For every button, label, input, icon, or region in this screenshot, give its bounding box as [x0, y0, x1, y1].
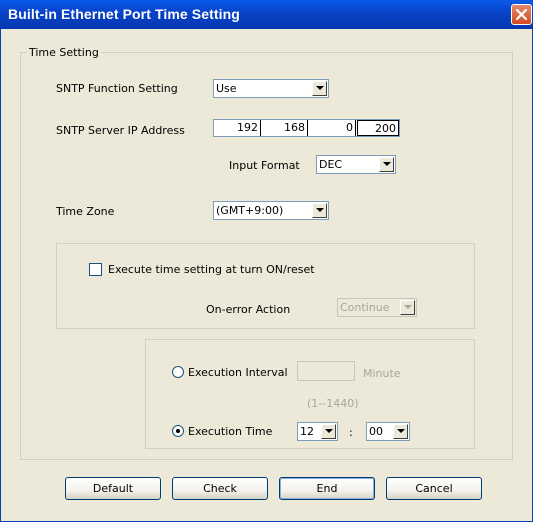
- input-format-label: Input Format: [229, 159, 300, 172]
- execution-interval-unit: Minute: [363, 367, 401, 380]
- time-setting-legend: Time Setting: [27, 46, 101, 59]
- check-button[interactable]: Check: [172, 477, 268, 500]
- chevron-down-icon[interactable]: [400, 300, 415, 315]
- default-button[interactable]: Default: [65, 477, 161, 500]
- close-icon: [516, 9, 527, 20]
- on-error-value: Continue: [340, 301, 390, 314]
- ip-octet-4[interactable]: 200: [357, 120, 399, 136]
- chevron-down-icon[interactable]: [321, 424, 336, 439]
- sntp-function-label: SNTP Function Setting: [56, 82, 178, 95]
- time-separator: :: [349, 426, 353, 439]
- chevron-down-icon[interactable]: [312, 81, 327, 96]
- execution-interval-label: Execution Interval: [188, 366, 288, 379]
- window-title: Built-in Ethernet Port Time Setting: [8, 6, 240, 22]
- close-button[interactable]: [511, 4, 532, 25]
- chevron-down-icon[interactable]: [379, 157, 394, 172]
- cancel-button[interactable]: Cancel: [386, 477, 482, 500]
- ip-octet-3[interactable]: 0: [308, 120, 356, 136]
- time-zone-value: (GMT+9:00): [216, 204, 284, 217]
- execute-on-reset-checkbox[interactable]: [89, 263, 102, 276]
- time-zone-select[interactable]: (GMT+9:00): [213, 201, 329, 220]
- sntp-function-select[interactable]: Use: [213, 79, 329, 98]
- chevron-down-icon[interactable]: [393, 424, 408, 439]
- execution-interval-range: (1--1440): [307, 397, 359, 410]
- execution-time-radio[interactable]: [172, 425, 184, 437]
- execution-interval-input[interactable]: [297, 361, 355, 381]
- input-format-value: DEC: [319, 158, 343, 171]
- end-button[interactable]: End: [279, 477, 375, 500]
- on-error-select[interactable]: Continue: [337, 298, 417, 317]
- execution-hour-value: 12: [300, 425, 314, 438]
- chevron-down-icon[interactable]: [312, 203, 327, 218]
- execution-hour-select[interactable]: 12: [297, 422, 338, 441]
- execution-minute-value: 00: [369, 425, 383, 438]
- ip-octet-1[interactable]: 192: [214, 120, 261, 136]
- title-bar[interactable]: Built-in Ethernet Port Time Setting: [0, 0, 533, 29]
- execution-minute-select[interactable]: 00: [366, 422, 410, 441]
- input-format-select[interactable]: DEC: [316, 155, 396, 174]
- sntp-server-ip-input[interactable]: 192 168 0 200: [213, 119, 400, 137]
- ip-octet-2[interactable]: 168: [261, 120, 308, 136]
- execution-interval-radio[interactable]: [172, 366, 184, 378]
- sntp-server-label: SNTP Server IP Address: [56, 124, 185, 137]
- execution-time-label: Execution Time: [188, 425, 273, 438]
- time-zone-label: Time Zone: [56, 205, 115, 218]
- on-error-label: On-error Action: [206, 303, 291, 316]
- execute-on-reset-label: Execute time setting at turn ON/reset: [108, 263, 315, 276]
- sntp-function-value: Use: [216, 82, 237, 95]
